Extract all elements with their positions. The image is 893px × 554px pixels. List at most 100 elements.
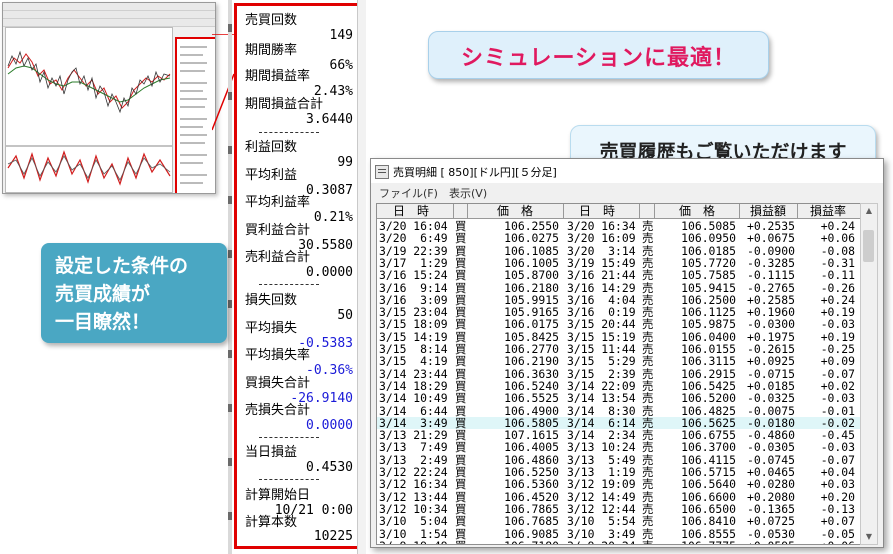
cell-exit-datetime: 3/16 21:44 [567, 268, 636, 283]
cell-exit-side: 売 [642, 329, 654, 344]
cell-exit-price: 106.1125 [681, 305, 736, 320]
callout-results-text: 設定した条件の 売買成績が 一目瞭然！ [55, 255, 189, 333]
cell-pl-amount: -0.3285 [746, 255, 795, 270]
cell-pl-amount: -0.0075 [746, 403, 795, 418]
cell-entry-datetime: 3/16 3:09 [379, 292, 448, 307]
cell-pl-rate: -0.07 [820, 366, 855, 381]
table-row[interactable]: 3/15 4:19 買 106.2190 3/15 5:29 売 106.3115 +0.0… [377, 355, 860, 367]
cell-exit-datetime: 3/15 5:29 [567, 354, 636, 369]
cell-pl-rate: +0.07 [820, 514, 855, 529]
stat-label: 計算開始日 [245, 488, 311, 503]
table-row[interactable]: 3/14 18:29 買 106.5240 3/14 22:09 売 106.5425 +0… [377, 380, 860, 392]
cell-exit-datetime: 3/16 0:19 [567, 305, 636, 320]
table-row[interactable]: 3/12 22:24 買 106.5250 3/13 1:19 売 106.5715 +0.… [377, 466, 860, 478]
table-row[interactable]: 3/16 15:24 買 105.8700 3/16 21:44 売 105.7585 -0… [377, 269, 860, 281]
cell-pl-rate: -0.08 [820, 243, 855, 258]
table-row[interactable]: 3/14 23:44 買 106.3630 3/15 2:39 売 106.2915 -0.… [377, 368, 860, 380]
cell-entry-price: 106.4005 [504, 440, 559, 455]
cell-exit-datetime: 3/14 8:30 [567, 403, 636, 418]
cell-entry-price: 105.8425 [504, 329, 559, 344]
cell-pl-amount: -0.4860 [746, 428, 795, 443]
table-row[interactable]: 3/15 18:09 買 106.0175 3/15 20:44 売 105.9875 -0… [377, 318, 860, 330]
cell-entry-side: 買 [455, 280, 467, 295]
stat-value: 0.0000 [306, 418, 353, 433]
stat-profit-count: 利益回数 99 [245, 140, 353, 170]
menu-file[interactable]: ファイル(F) [379, 185, 438, 201]
col-entry-price[interactable]: 価 格 [469, 204, 561, 218]
stat-label: 売損失合計 [245, 403, 311, 418]
cell-entry-datetime: 3/17 1:29 [379, 255, 448, 270]
cell-entry-datetime: 3/15 14:19 [379, 329, 448, 344]
cell-exit-price: 106.5425 [681, 378, 736, 393]
thumb-candles [6, 50, 172, 186]
table-row[interactable]: 3/12 16:34 買 106.5360 3/12 19:09 売 106.5640 +0… [377, 478, 860, 490]
cell-entry-datetime: 3/14 6:44 [379, 403, 448, 418]
stat-sell-loss-total: 売損失合計 0.0000 [245, 403, 353, 433]
stat-label: 利益回数 [245, 140, 298, 155]
cell-entry-side: 買 [455, 477, 467, 492]
table-row[interactable]: 3/ 9 19:49買106.7180 3/ 9 20:24売106.7775 +0… [377, 540, 860, 544]
table-row[interactable]: 3/17 1:29 買 106.1005 3/19 15:49 売 105.7720 -0.… [377, 257, 860, 269]
cell-exit-datetime: 3/13 10:24 [567, 440, 636, 455]
cell-exit-price: 106.2500 [681, 292, 736, 307]
table-row[interactable]: 3/14 10:49 買 106.5525 3/14 13:54 売 106.5200 -0… [377, 392, 860, 404]
table-row[interactable]: 3/10 1:54 買 106.9085 3/10 3:49 売 106.8555 -0.0… [377, 528, 860, 540]
cell-entry-datetime: 3/13 2:49 [379, 452, 448, 467]
table-row[interactable]: 3/16 9:14 買 106.2180 3/16 14:29 売 105.9415 -0.… [377, 282, 860, 294]
table-row[interactable]: 3/16 3:09 買 105.9915 3/16 4:04 売 106.2500 +0.2… [377, 294, 860, 306]
window-menubar: ファイル(F) 表示(V) [371, 183, 883, 201]
chart-thumbnail [2, 2, 216, 194]
callout-results: 設定した条件の 売買成績が 一目瞭然！ [41, 243, 227, 343]
stat-pl-total: 期間損益合計 3.6440 [245, 97, 353, 127]
table-row[interactable]: 3/15 14:19 買 105.8425 3/15 15:19 売 106.0400 +0… [377, 331, 860, 343]
stat-label: 平均利益率 [245, 195, 311, 210]
table-row[interactable]: 3/15 8:14 買 106.2770 3/15 11:44 売 106.0155 -0.… [377, 343, 860, 355]
table-row[interactable]: 3/15 23:04 買 105.9165 3/16 0:19 売 106.1125 +0.… [377, 306, 860, 318]
stat-bar-count: 計算本数 10225 [245, 515, 353, 544]
table-row[interactable]: 3/20 16:04 買 106.2550 3/20 16:34 売 106.5085 +0… [377, 220, 860, 232]
table-row[interactable]: 3/14 6:44 買 106.4900 3/14 8:30 売 106.4825 -0.0… [377, 405, 860, 417]
scroll-thumb[interactable] [863, 230, 874, 262]
col-pl-amount[interactable]: 損益額 [741, 204, 795, 218]
cell-entry-datetime: 3/14 10:49 [379, 391, 448, 406]
scroll-down-icon[interactable]: ▼ [861, 530, 877, 544]
cell-entry-price: 106.5805 [504, 415, 559, 430]
table-row[interactable]: 3/10 5:04 買 106.7685 3/10 5:54 売 106.8410 +0.0… [377, 515, 860, 527]
table-vertical-scrollbar[interactable]: ▲ ▼ [860, 203, 878, 545]
cell-entry-price: 106.0275 [504, 231, 559, 246]
cell-pl-rate: +0.06 [820, 231, 855, 246]
cell-exit-side: 売 [642, 526, 654, 541]
cell-pl-amount: -0.0300 [746, 317, 795, 332]
table-row[interactable]: 3/12 13:44 買 106.4520 3/12 14:49 売 106.6600 +0… [377, 491, 860, 503]
table-row[interactable]: 3/13 2:49 買 106.4860 3/13 5:49 売 106.4115 -0.0… [377, 454, 860, 466]
table-row[interactable]: 3/12 10:34 買 106.7865 3/12 12:44 売 106.6500 -0… [377, 503, 860, 515]
cell-pl-rate: +0.19 [820, 305, 855, 320]
stats-left-scrollbar[interactable] [228, 0, 232, 554]
cell-pl-rate: -0.26 [820, 280, 855, 295]
scroll-up-icon[interactable]: ▲ [861, 204, 877, 218]
cell-entry-price: 106.3630 [504, 366, 559, 381]
table-row[interactable]: 3/20 6:49 買 106.0275 3/20 16:09 売 106.0950 +0.… [377, 232, 860, 244]
col-exit-datetime[interactable]: 日 時 [565, 204, 629, 218]
table-row[interactable]: 3/13 7:49 買 106.4005 3/13 10:24 売 106.3700 -0.… [377, 441, 860, 453]
table-row[interactable]: 3/19 22:39 買 106.1085 3/20 3:14 売 106.0185 -0.… [377, 245, 860, 257]
table-row[interactable]: 3/14 3:49 買 106.5805 3/14 6:14 売 106.5625 -0.0… [377, 415, 860, 430]
cell-exit-side: 売 [642, 391, 654, 406]
cell-entry-price: 106.2180 [504, 280, 559, 295]
stats-right-scrollbar[interactable] [357, 0, 366, 554]
cell-entry-datetime: 3/14 23:44 [379, 366, 448, 381]
stat-daily-pl: 当日損益 0.4530 [245, 445, 353, 475]
table-row[interactable]: 3/13 21:29 買 107.1615 3/14 2:34 売 106.6755 -0.… [377, 429, 860, 441]
cell-entry-price: 106.9085 [504, 526, 559, 541]
cell-exit-price: 106.3115 [681, 354, 736, 369]
cell-exit-datetime: 3/14 2:34 [567, 428, 636, 443]
menu-view[interactable]: 表示(V) [449, 185, 487, 201]
window-titlebar[interactable]: 売買明細 [ 850][ドル円][５分足] [371, 159, 883, 184]
col-entry-datetime[interactable]: 日 時 [379, 204, 443, 218]
stat-label: 計算本数 [245, 515, 298, 530]
col-pl-rate[interactable]: 損益率 [799, 204, 857, 218]
cell-exit-side: 売 [642, 280, 654, 295]
cell-entry-price: 106.7180 [469, 540, 559, 544]
cell-pl-amount: +0.0725 [746, 514, 795, 529]
col-exit-price[interactable]: 価 格 [656, 204, 738, 218]
